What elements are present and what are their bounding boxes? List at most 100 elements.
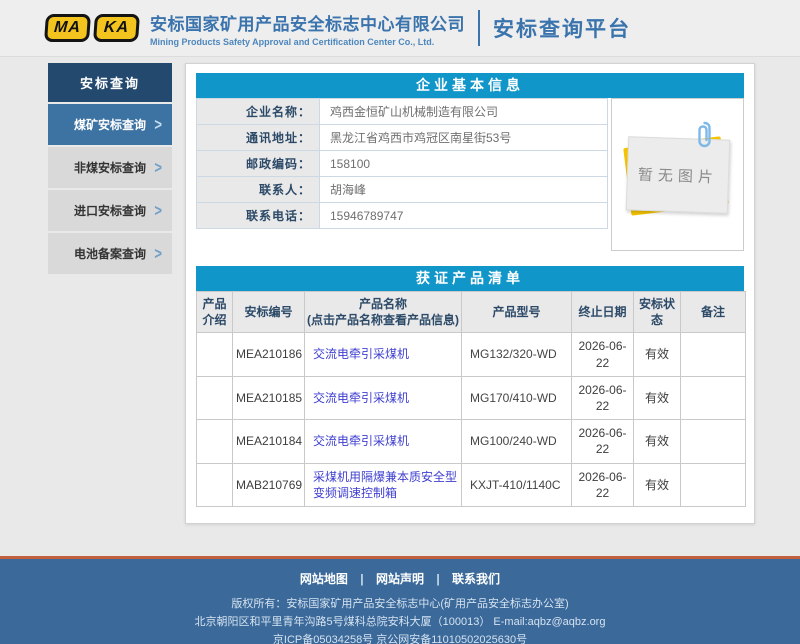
cell-note	[681, 420, 746, 463]
cell-note	[681, 376, 746, 419]
product-name-link[interactable]: 采煤机用隔爆兼本质安全型变频调速控制箱	[313, 470, 457, 500]
address-label: 通讯地址：	[197, 125, 320, 151]
separator: |	[360, 572, 363, 586]
products-table: 产品介绍 安标编号 产品名称 (点击产品名称查看产品信息) 产品型号 终止日期 …	[196, 291, 746, 507]
paperclip-icon	[696, 121, 713, 148]
cell-model: MG132/320-WD	[462, 333, 572, 376]
separator: |	[436, 572, 439, 586]
chevron-right-icon: >	[154, 115, 162, 134]
page-footer: 网站地图 | 网站声明 | 联系我们 版权所有：安标国家矿用产品安全标志中心(矿…	[0, 559, 800, 644]
copyright-line-2: 北京朝阳区和平里青年沟路5号煤科总院安科大厦（100013） E-mail:aq…	[0, 615, 800, 629]
col-model: 产品型号	[462, 292, 572, 333]
sidebar-item-label: 非煤安标查询	[74, 161, 146, 175]
company-photo-box: 暂无图片	[611, 98, 744, 251]
col-status: 安标状态	[634, 292, 681, 333]
maka-logo: MA KA	[45, 14, 139, 42]
product-name-link[interactable]: 交流电牵引采煤机	[313, 347, 409, 361]
company-info-table: 企业名称： 鸡西金恒矿山机械制造有限公司 通讯地址： 黑龙江省鸡西市鸡冠区南星街…	[196, 98, 608, 229]
no-image-text: 暂无图片	[637, 163, 718, 187]
cell-code: MAB210769	[233, 463, 305, 506]
org-name-en: Mining Products Safety Approval and Cert…	[150, 37, 465, 47]
footer-links: 网站地图 | 网站声明 | 联系我们	[0, 570, 800, 587]
table-row: 通讯地址： 黑龙江省鸡西市鸡冠区南星街53号	[197, 125, 608, 151]
cell-model: MG100/240-WD	[462, 420, 572, 463]
cell-note	[681, 333, 746, 376]
no-image-note: 暂无图片	[625, 136, 730, 214]
header-divider	[478, 10, 480, 46]
content-panel: 企业基本信息 企业名称： 鸡西金恒矿山机械制造有限公司 通讯地址： 黑龙江省鸡西…	[185, 63, 755, 524]
footer-link-sitemap[interactable]: 网站地图	[300, 572, 348, 586]
cell-name: 采煤机用隔爆兼本质安全型变频调速控制箱	[305, 463, 462, 506]
cell-code: MEA210186	[233, 333, 305, 376]
sidebar-item-noncoal-query[interactable]: 非煤安标查询 >	[48, 147, 172, 188]
postcode-label: 邮政编码：	[197, 151, 320, 177]
platform-title: 安标查询平台	[493, 13, 631, 43]
ka-badge-icon: KA	[93, 14, 140, 42]
chevron-right-icon: >	[154, 244, 162, 263]
ma-badge-icon: MA	[44, 14, 91, 42]
col-code: 安标编号	[233, 292, 305, 333]
cell-end-date: 2026-06-22	[572, 420, 634, 463]
product-name-link[interactable]: 交流电牵引采煤机	[313, 391, 409, 405]
col-name-line2: (点击产品名称查看产品信息)	[306, 312, 460, 328]
table-row: 联系人： 胡海峰	[197, 177, 608, 203]
cell-code: MEA210185	[233, 376, 305, 419]
footer-link-statement[interactable]: 网站声明	[376, 572, 424, 586]
col-name-line1: 产品名称	[306, 296, 460, 312]
col-end-date: 终止日期	[572, 292, 634, 333]
cell-status: 有效	[634, 420, 681, 463]
chevron-right-icon: >	[154, 201, 162, 220]
cell-intro	[197, 333, 233, 376]
col-intro: 产品介绍	[197, 292, 233, 333]
table-row: 企业名称： 鸡西金恒矿山机械制造有限公司	[197, 99, 608, 125]
cell-intro	[197, 376, 233, 419]
sidebar: 安标查询 煤矿安标查询 > 非煤安标查询 > 进口安标查询 > 电池备案查询 >	[48, 63, 172, 274]
sidebar-item-coal-query[interactable]: 煤矿安标查询 >	[48, 104, 172, 145]
sidebar-title: 安标查询	[48, 63, 172, 102]
table-row: MAB210769 采煤机用隔爆兼本质安全型变频调速控制箱 KXJT-410/1…	[197, 463, 746, 506]
sidebar-item-label: 煤矿安标查询	[74, 118, 146, 132]
col-name: 产品名称 (点击产品名称查看产品信息)	[305, 292, 462, 333]
company-info-section-title: 企业基本信息	[196, 73, 744, 98]
company-name-label: 企业名称：	[197, 99, 320, 125]
main-area: 安标查询 煤矿安标查询 > 非煤安标查询 > 进口安标查询 > 电池备案查询 >…	[0, 57, 800, 556]
footer-link-contact[interactable]: 联系我们	[452, 572, 500, 586]
table-header-row: 产品介绍 安标编号 产品名称 (点击产品名称查看产品信息) 产品型号 终止日期 …	[197, 292, 746, 333]
postcode-value: 158100	[320, 151, 608, 177]
copyright-line-1: 版权所有：安标国家矿用产品安全标志中心(矿用产品安全标志办公室)	[0, 597, 800, 611]
contact-value: 胡海峰	[320, 177, 608, 203]
col-note: 备注	[681, 292, 746, 333]
table-row: MEA210185 交流电牵引采煤机 MG170/410-WD 2026-06-…	[197, 376, 746, 419]
page-header: MA KA 安标国家矿用产品安全标志中心有限公司 Mining Products…	[0, 0, 800, 57]
copyright-line-3: 京ICP备05034258号 京公网安备11010502025630号	[0, 633, 800, 644]
cell-status: 有效	[634, 376, 681, 419]
cell-name: 交流电牵引采煤机	[305, 420, 462, 463]
cell-end-date: 2026-06-22	[572, 463, 634, 506]
products-section-title: 获证产品清单	[196, 266, 744, 291]
cell-name: 交流电牵引采煤机	[305, 333, 462, 376]
phone-label: 联系电话：	[197, 203, 320, 229]
sidebar-item-import-query[interactable]: 进口安标查询 >	[48, 190, 172, 231]
cell-model: MG170/410-WD	[462, 376, 572, 419]
chevron-right-icon: >	[154, 158, 162, 177]
cell-note	[681, 463, 746, 506]
cell-intro	[197, 420, 233, 463]
company-name-value: 鸡西金恒矿山机械制造有限公司	[320, 99, 608, 125]
table-row: MEA210184 交流电牵引采煤机 MG100/240-WD 2026-06-…	[197, 420, 746, 463]
sidebar-item-label: 进口安标查询	[74, 204, 146, 218]
sidebar-item-battery-query[interactable]: 电池备案查询 >	[48, 233, 172, 274]
contact-label: 联系人：	[197, 177, 320, 203]
table-row: 邮政编码： 158100	[197, 151, 608, 177]
cell-end-date: 2026-06-22	[572, 376, 634, 419]
copyright-block: 版权所有：安标国家矿用产品安全标志中心(矿用产品安全标志办公室) 北京朝阳区和平…	[0, 597, 800, 644]
cell-intro	[197, 463, 233, 506]
cell-status: 有效	[634, 333, 681, 376]
product-name-link[interactable]: 交流电牵引采煤机	[313, 434, 409, 448]
products-section: 获证产品清单 产品介绍 安标编号 产品名称 (点击产品名称查看产品信息) 产品型…	[196, 266, 744, 507]
company-info-row: 企业名称： 鸡西金恒矿山机械制造有限公司 通讯地址： 黑龙江省鸡西市鸡冠区南星街…	[196, 98, 744, 251]
address-value: 黑龙江省鸡西市鸡冠区南星街53号	[320, 125, 608, 151]
table-row: MEA210186 交流电牵引采煤机 MG132/320-WD 2026-06-…	[197, 333, 746, 376]
cell-end-date: 2026-06-22	[572, 333, 634, 376]
org-titles: 安标国家矿用产品安全标志中心有限公司 Mining Products Safet…	[150, 10, 465, 47]
sidebar-item-label: 电池备案查询	[74, 247, 146, 261]
